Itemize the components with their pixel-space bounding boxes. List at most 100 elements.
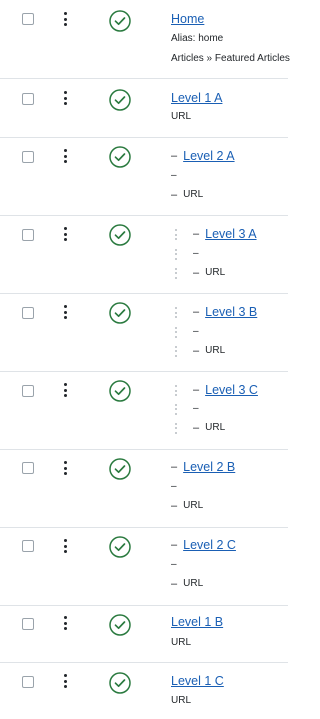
menu-item-row: – Level 2 B – – URL	[0, 450, 288, 528]
item-alias-text: –	[193, 248, 199, 259]
item-title-link[interactable]: Level 2 C	[183, 538, 236, 553]
published-check-icon[interactable]	[109, 380, 131, 402]
published-check-icon[interactable]	[109, 10, 131, 32]
more-vertical-icon[interactable]	[60, 305, 70, 319]
item-alias: Alias: home	[171, 33, 224, 44]
item-type: – URL	[171, 500, 203, 512]
row-checkbox[interactable]	[22, 93, 34, 105]
level-indent-dash: –	[193, 422, 200, 434]
published-check-icon[interactable]	[109, 302, 131, 324]
item-alias: –	[171, 170, 177, 181]
item-type-label: URL	[205, 422, 226, 433]
item-alias: –	[171, 481, 177, 492]
tree-indent-dots	[175, 229, 179, 240]
item-title: Level 1 A	[171, 91, 222, 106]
row-checkbox[interactable]	[22, 229, 34, 241]
more-vertical-icon[interactable]	[60, 461, 70, 475]
level-indent-dash: –	[171, 578, 178, 590]
menu-item-row: Level 1 B URL	[0, 606, 288, 663]
level-indent-dash: –	[193, 345, 200, 357]
more-vertical-icon[interactable]	[60, 12, 70, 26]
more-vertical-icon[interactable]	[60, 227, 70, 241]
level-indent-dash: –	[171, 461, 178, 473]
menu-item-row: – Level 2 A – – URL	[0, 138, 288, 216]
item-alias: –	[175, 326, 199, 338]
tree-indent-dots	[175, 267, 179, 279]
item-title: Level 1 C	[171, 674, 224, 689]
menu-item-row: Home Alias: home Articles » Featured Art…	[0, 0, 290, 79]
item-type-label: URL	[183, 189, 204, 200]
menu-item-row: Level 1 C URL	[0, 663, 288, 719]
item-title-link[interactable]: Level 1 B	[171, 615, 223, 630]
level-indent-dash: –	[171, 189, 178, 201]
tree-indent-dots	[175, 422, 179, 434]
item-type: – URL	[171, 578, 203, 590]
item-type-label: URL	[205, 267, 226, 278]
item-menu-type: Articles » Featured Articles	[171, 53, 290, 64]
published-check-icon[interactable]	[109, 458, 131, 480]
level-indent-dash: –	[193, 228, 200, 240]
menu-item-row: – Level 3 C – – URL	[0, 372, 288, 450]
item-type: – URL	[175, 422, 225, 434]
level-indent-dash: –	[193, 267, 200, 279]
item-title-link[interactable]: Level 1 A	[171, 91, 222, 106]
published-check-icon[interactable]	[109, 614, 131, 636]
item-title: – Level 2 B	[171, 460, 235, 475]
item-type: URL	[171, 637, 192, 648]
item-title-link[interactable]: Level 2 B	[183, 460, 235, 475]
level-indent-dash: –	[193, 384, 200, 396]
item-alias: –	[175, 248, 199, 260]
level-indent-dash: –	[171, 500, 178, 512]
item-title: Level 1 B	[171, 615, 223, 630]
level-indent-dash: –	[171, 150, 178, 162]
row-checkbox[interactable]	[22, 676, 34, 688]
item-alias: –	[175, 403, 199, 415]
item-alias: –	[171, 559, 177, 570]
more-vertical-icon[interactable]	[60, 616, 70, 630]
level-indent-dash: –	[193, 306, 200, 318]
item-alias-text: –	[193, 326, 199, 337]
row-checkbox[interactable]	[22, 462, 34, 474]
more-vertical-icon[interactable]	[60, 91, 70, 105]
published-check-icon[interactable]	[109, 536, 131, 558]
more-vertical-icon[interactable]	[60, 383, 70, 397]
row-checkbox[interactable]	[22, 385, 34, 397]
row-checkbox[interactable]	[22, 13, 34, 25]
row-checkbox[interactable]	[22, 307, 34, 319]
tree-indent-dots	[175, 403, 179, 415]
item-title: – Level 2 A	[171, 149, 235, 164]
item-title: Home	[171, 12, 204, 27]
item-title-link[interactable]: Level 3 C	[205, 383, 258, 398]
item-title-link[interactable]: Level 3 B	[205, 305, 257, 320]
item-alias-text: –	[193, 403, 199, 414]
more-vertical-icon[interactable]	[60, 149, 70, 163]
item-type-label: URL	[205, 345, 226, 356]
more-vertical-icon[interactable]	[60, 674, 70, 688]
more-vertical-icon[interactable]	[60, 539, 70, 553]
tree-indent-dots	[175, 307, 179, 318]
item-title: – Level 2 C	[171, 538, 236, 553]
menu-item-row: – Level 3 B – – URL	[0, 294, 288, 372]
tree-indent-dots	[175, 248, 179, 260]
menu-item-row: – Level 3 A – – URL	[0, 216, 288, 294]
item-title-link[interactable]: Home	[171, 12, 204, 27]
item-title-link[interactable]: Level 2 A	[183, 149, 234, 164]
row-checkbox[interactable]	[22, 618, 34, 630]
published-check-icon[interactable]	[109, 672, 131, 694]
row-checkbox[interactable]	[22, 151, 34, 163]
item-title: – Level 3 A	[175, 227, 257, 242]
item-type: – URL	[175, 267, 225, 279]
item-type: URL	[171, 695, 192, 706]
item-title-link[interactable]: Level 1 C	[171, 674, 224, 689]
item-type: URL	[171, 111, 192, 122]
published-check-icon[interactable]	[109, 89, 131, 111]
item-title-link[interactable]: Level 3 A	[205, 227, 256, 242]
tree-indent-dots	[175, 385, 179, 396]
item-type: – URL	[175, 345, 225, 357]
tree-indent-dots	[175, 326, 179, 338]
row-checkbox[interactable]	[22, 540, 34, 552]
tree-indent-dots	[175, 345, 179, 357]
published-check-icon[interactable]	[109, 146, 131, 168]
item-title: – Level 3 C	[175, 383, 258, 398]
published-check-icon[interactable]	[109, 224, 131, 246]
